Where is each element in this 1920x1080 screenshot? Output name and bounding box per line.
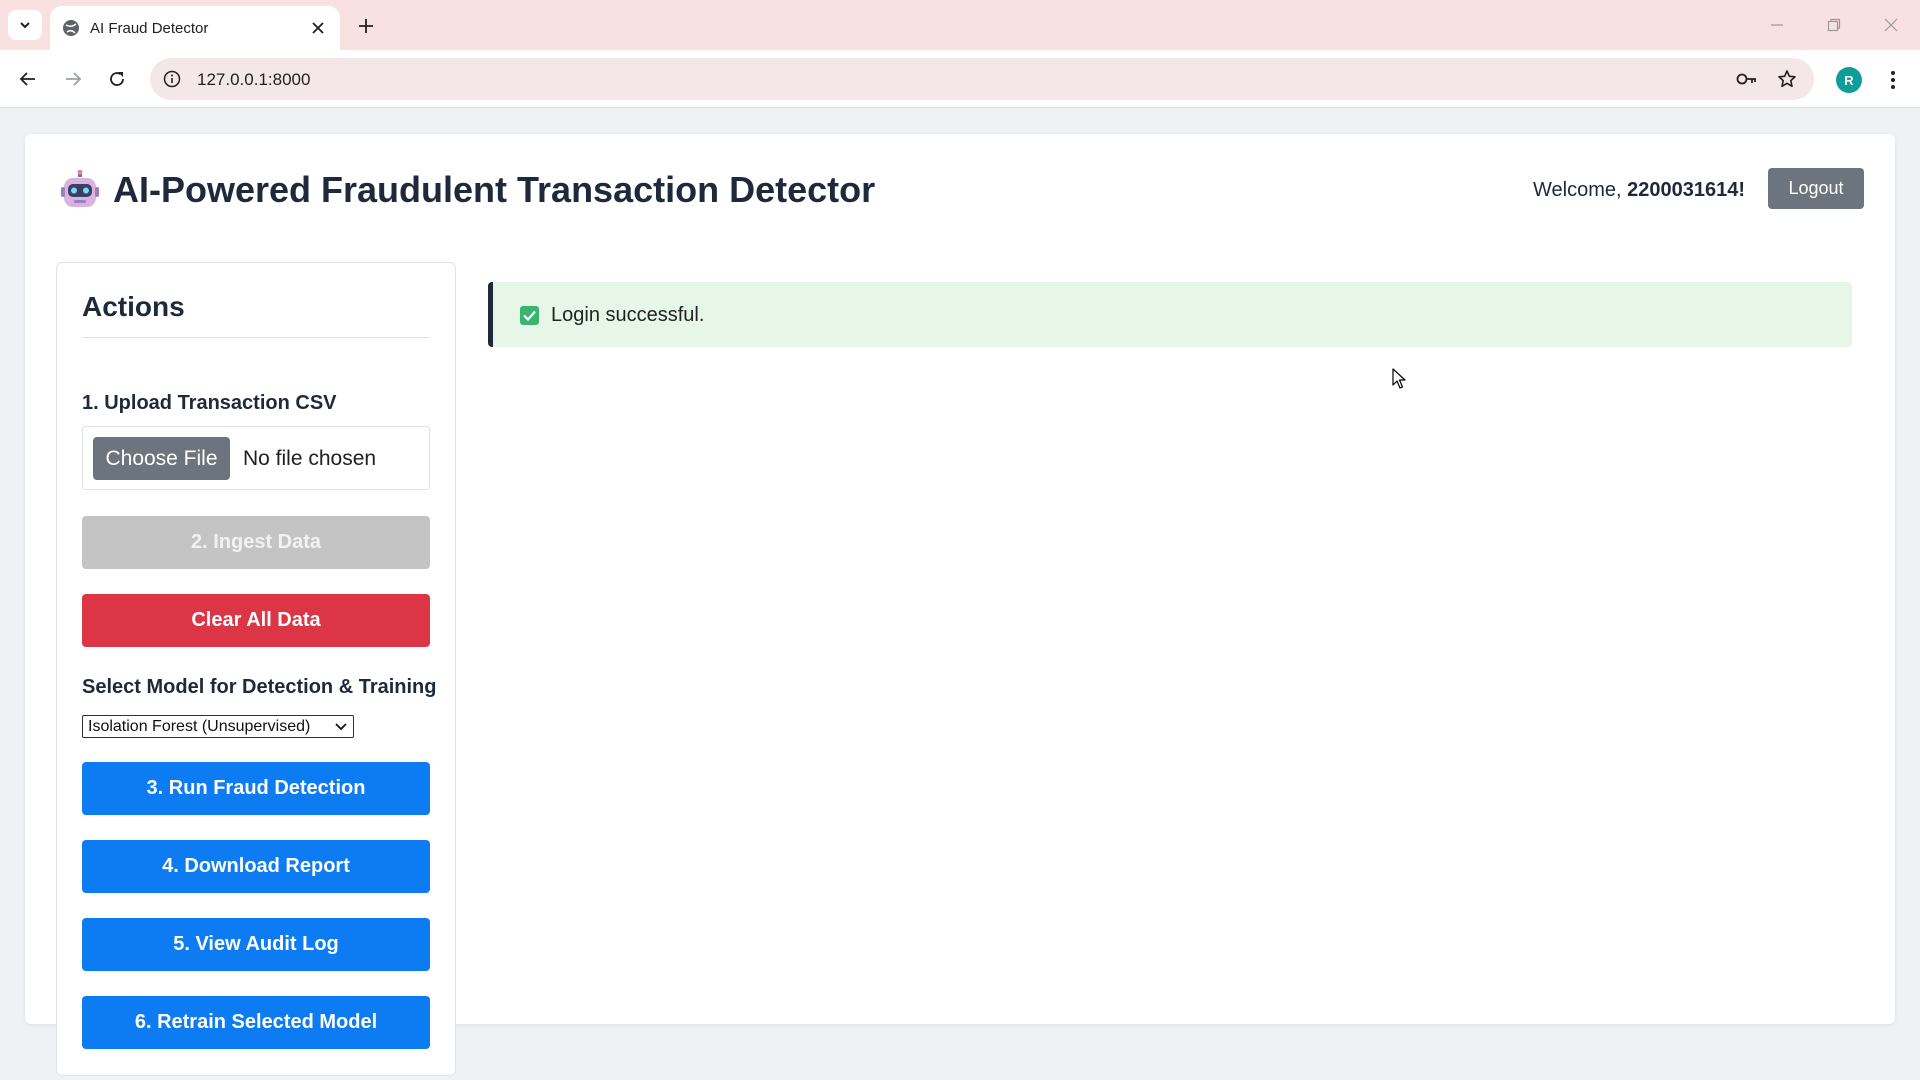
- chevron-down-icon: [335, 720, 347, 734]
- model-select-value: Isolation Forest (Unsupervised): [88, 718, 311, 735]
- robot-icon: [61, 169, 99, 210]
- logout-button[interactable]: Logout: [1768, 168, 1864, 209]
- success-alert: Login successful.: [488, 282, 1852, 347]
- forward-icon[interactable]: [57, 63, 89, 95]
- window-close-icon[interactable]: [1877, 12, 1905, 38]
- alert-message: Login successful.: [551, 304, 705, 326]
- welcome-suffix: !: [1738, 179, 1746, 201]
- welcome-message: Welcome, 2200031614!: [1533, 179, 1745, 202]
- key-icon[interactable]: [1736, 69, 1758, 89]
- reload-icon[interactable]: [101, 63, 133, 95]
- retrain-model-button[interactable]: 6. Retrain Selected Model: [82, 996, 430, 1049]
- username: 2200031614: [1627, 179, 1739, 201]
- upload-label: 1. Upload Transaction CSV: [82, 392, 337, 414]
- more-vert-icon[interactable]: [1881, 64, 1905, 96]
- tab-title: AI Fraud Detector: [90, 20, 209, 37]
- divider: [82, 337, 430, 338]
- back-icon[interactable]: [12, 63, 44, 95]
- ingest-data-button[interactable]: 2. Ingest Data: [82, 516, 430, 569]
- plus-icon[interactable]: [352, 12, 380, 40]
- run-fraud-detection-button[interactable]: 3. Run Fraud Detection: [82, 762, 430, 815]
- welcome-prefix: Welcome,: [1533, 179, 1628, 201]
- actions-heading: Actions: [82, 291, 185, 322]
- globe-icon: [62, 19, 80, 37]
- browser-tabstrip: AI Fraud Detector: [0, 0, 1920, 50]
- file-status: No file chosen: [243, 447, 377, 470]
- restore-icon[interactable]: [1820, 12, 1848, 38]
- model-select[interactable]: Isolation Forest (Unsupervised): [82, 715, 354, 738]
- page-title: AI-Powered Fraudulent Transaction Detect…: [113, 169, 876, 210]
- download-report-button[interactable]: 4. Download Report: [82, 840, 430, 893]
- browser-tab[interactable]: AI Fraud Detector: [50, 6, 340, 50]
- browser-toolbar: 127.0.0.1:8000: [0, 50, 1920, 108]
- clear-all-data-button[interactable]: Clear All Data: [82, 594, 430, 647]
- star-icon[interactable]: [1776, 68, 1798, 90]
- close-icon[interactable]: [308, 18, 328, 38]
- view-audit-log-button[interactable]: 5. View Audit Log: [82, 918, 430, 971]
- url-text[interactable]: 127.0.0.1:8000: [197, 70, 310, 90]
- address-bar[interactable]: 127.0.0.1:8000: [150, 58, 1814, 100]
- check-icon: [520, 306, 539, 325]
- profile-avatar[interactable]: R: [1836, 67, 1862, 93]
- minimize-icon[interactable]: [1763, 12, 1791, 38]
- mouse-cursor-icon: [1392, 368, 1406, 390]
- model-select-label: Select Model for Detection & Training: [82, 676, 437, 698]
- tab-list-icon[interactable]: [8, 10, 42, 40]
- file-input[interactable]: Choose File No file chosen: [82, 426, 430, 490]
- choose-file-button[interactable]: Choose File: [93, 437, 230, 480]
- info-icon[interactable]: [162, 69, 182, 89]
